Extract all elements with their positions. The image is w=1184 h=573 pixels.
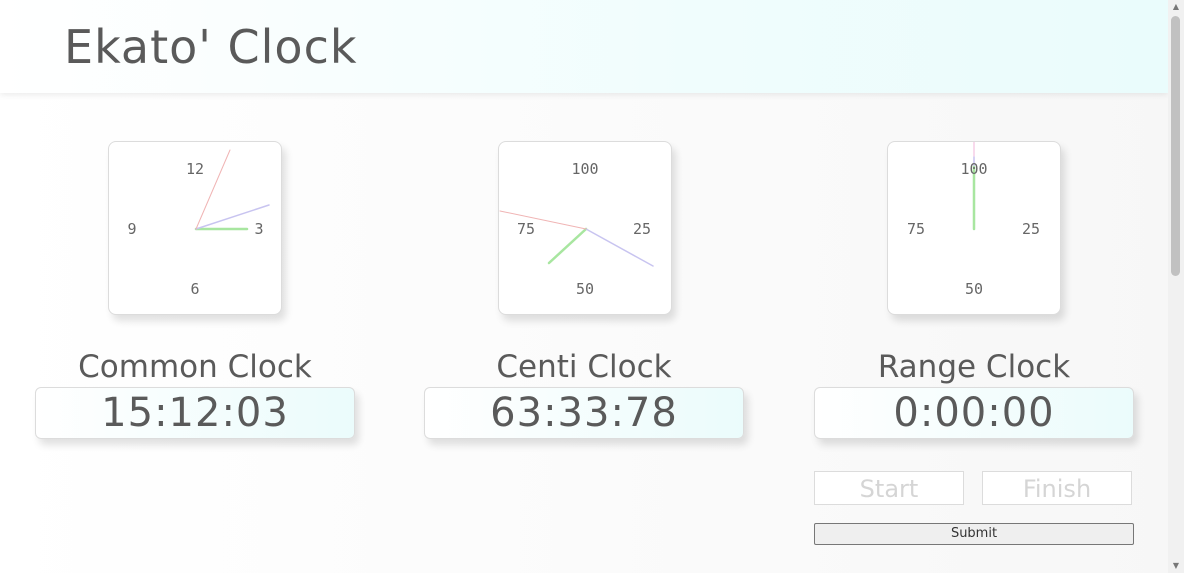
scroll-up-arrow-icon[interactable]: ▲ (1168, 0, 1184, 14)
centi-clock-label-25: 25 (632, 220, 652, 238)
range-clock-label-100: 100 (960, 160, 988, 178)
centi-clock-label-75: 75 (516, 220, 536, 238)
header: Ekato' Clock (0, 0, 1168, 93)
centi-clock-label-100: 100 (571, 160, 599, 178)
common-clock-label-3: 3 (254, 220, 264, 238)
centi-clock-label-50: 50 (575, 280, 595, 298)
common-clock-digital: 15:12:03 (35, 387, 355, 439)
range-clock-label-75: 75 (906, 220, 926, 238)
common-clock-label-6: 6 (190, 280, 200, 298)
centi-clock-face: 100 25 50 75 (498, 141, 672, 315)
scroll-down-arrow-icon[interactable]: ▼ (1168, 559, 1184, 573)
common-clock-label-9: 9 (127, 220, 137, 238)
range-clock-digital: 0:00:00 (814, 387, 1134, 439)
range-clock-face: 100 25 50 75 (887, 141, 1061, 315)
start-button[interactable]: Start (814, 471, 964, 505)
range-clock-label-50: 50 (964, 280, 984, 298)
common-clock-title: Common Clock (78, 349, 312, 385)
finish-button[interactable]: Finish (982, 471, 1132, 505)
range-clock-label-25: 25 (1021, 220, 1041, 238)
centi-clock-hour-hand (547, 227, 588, 265)
scroll-thumb[interactable] (1171, 16, 1180, 276)
centi-clock-second-hand (499, 210, 587, 230)
centi-clock-title: Centi Clock (496, 349, 672, 385)
centi-clock-digital: 63:33:78 (424, 387, 744, 439)
vertical-scrollbar[interactable]: ▲ ▼ (1168, 0, 1184, 573)
submit-button[interactable]: Submit (814, 523, 1134, 545)
common-clock-face: 12 3 6 9 (108, 141, 282, 315)
range-clock-title: Range Clock (877, 349, 1071, 385)
app-title: Ekato' Clock (64, 20, 358, 74)
common-clock-label-12: 12 (185, 160, 205, 178)
